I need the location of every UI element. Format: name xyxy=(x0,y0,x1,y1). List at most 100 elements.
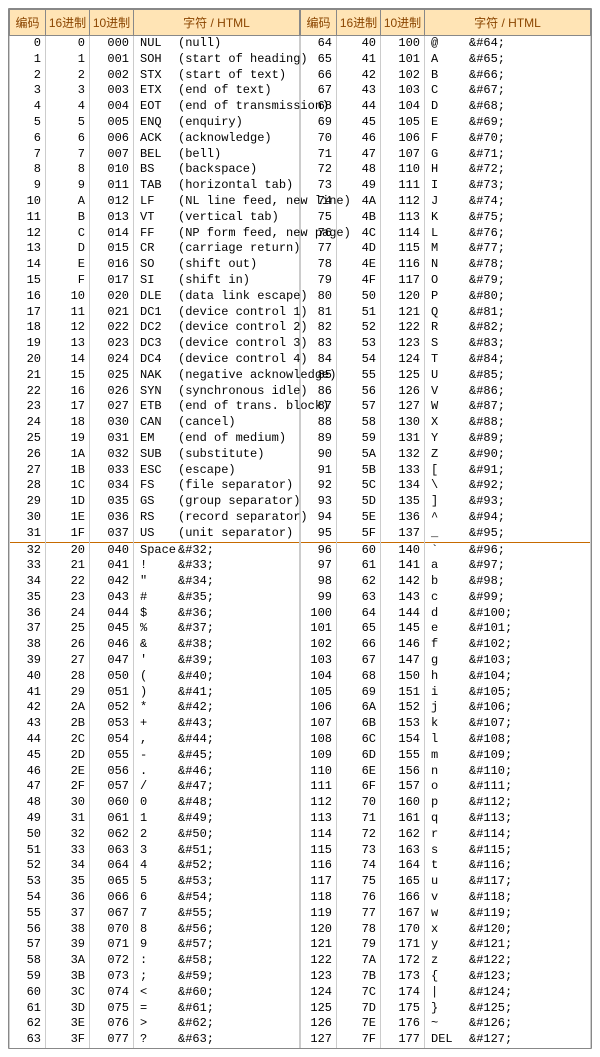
cell-hex: 40 xyxy=(337,36,381,52)
cell-char: q&#113; xyxy=(425,811,591,827)
char-desc: &#80; xyxy=(469,289,505,303)
ascii-table-right: 编码 16进制 10进制 字符 / HTML 6440100@&#64;6541… xyxy=(300,9,591,1048)
cell-dec: 111 xyxy=(301,779,337,795)
cell-hex: 11 xyxy=(46,305,90,321)
table-row: 10367147g&#103; xyxy=(301,653,591,669)
char-glyph: 0 xyxy=(140,796,178,810)
table-row: 11B013VT(vertical tab) xyxy=(10,210,300,226)
cell-hex: 33 xyxy=(46,843,90,859)
table-row: 3826046&&#38; xyxy=(10,637,300,653)
cell-hex: 68 xyxy=(337,669,381,685)
table-row: 583A072:&#58; xyxy=(10,953,300,969)
cell-dec: 63 xyxy=(10,1032,46,1048)
cell-char: O&#79; xyxy=(425,273,591,289)
char-glyph: NAK xyxy=(140,369,178,383)
char-glyph: GS xyxy=(140,495,178,509)
ascii-table-left: 编码 16进制 10进制 字符 / HTML 00000NUL(null)110… xyxy=(9,9,300,1048)
char-desc: (bell) xyxy=(178,147,221,161)
char-glyph: Z xyxy=(431,448,469,462)
cell-oct: 131 xyxy=(381,431,425,447)
cell-oct: 050 xyxy=(90,669,134,685)
cell-hex: 3B xyxy=(46,969,90,985)
cell-char: DEL&#127; xyxy=(425,1032,591,1048)
cell-hex: 3F xyxy=(46,1032,90,1048)
table-row: 6440100@&#64; xyxy=(301,36,591,52)
char-desc: &#113; xyxy=(469,811,512,825)
table-row: 3624044$&#36; xyxy=(10,606,300,622)
cell-dec: 31 xyxy=(10,526,46,542)
cell-char: BEL(bell) xyxy=(134,147,300,163)
cell-oct: 154 xyxy=(381,732,425,748)
char-desc: (vertical tab) xyxy=(178,210,279,224)
char-desc: (start of text) xyxy=(178,68,286,82)
col-header-hex: 16进制 xyxy=(46,10,90,36)
char-glyph: l xyxy=(431,733,469,747)
cell-char: c&#99; xyxy=(425,590,591,606)
cell-hex: F xyxy=(46,273,90,289)
cell-hex: 7D xyxy=(337,1001,381,1017)
table-row: 8757127W&#87; xyxy=(301,399,591,415)
char-glyph: w xyxy=(431,907,469,921)
table-row: 99011TAB(horizontal tab) xyxy=(10,178,300,194)
cell-char: SUB(substitute) xyxy=(134,447,300,463)
char-desc: &#91; xyxy=(469,463,505,477)
table-row: 633F077?&#63; xyxy=(10,1032,300,1048)
cell-hex: 41 xyxy=(337,52,381,68)
char-glyph: 5 xyxy=(140,875,178,889)
table-row: 7147107G&#71; xyxy=(301,147,591,163)
cell-char: r&#114; xyxy=(425,827,591,843)
cell-dec: 110 xyxy=(301,764,337,780)
cell-dec: 65 xyxy=(301,52,337,68)
cell-oct: 136 xyxy=(381,510,425,526)
table-row: 462E056.&#46; xyxy=(10,764,300,780)
char-desc: &#38; xyxy=(178,637,214,651)
cell-char: M&#77; xyxy=(425,241,591,257)
cell-oct: 165 xyxy=(381,874,425,890)
table-row: 1711021DC1(device control 1) xyxy=(10,305,300,321)
cell-hex: 1D xyxy=(46,494,90,510)
cell-oct: 135 xyxy=(381,494,425,510)
table-row: 935D135]&#93; xyxy=(301,494,591,510)
cell-char: `&#96; xyxy=(425,542,591,558)
table-row: 10064144d&#100; xyxy=(301,606,591,622)
cell-dec: 77 xyxy=(301,241,337,257)
cell-dec: 109 xyxy=(301,748,337,764)
cell-hex: 4D xyxy=(337,241,381,257)
cell-oct: 065 xyxy=(90,874,134,890)
cell-hex: 2E xyxy=(46,764,90,780)
table-row: 66006ACK(acknowledge) xyxy=(10,131,300,147)
char-desc: &#36; xyxy=(178,606,214,620)
char-glyph: N xyxy=(431,258,469,272)
cell-hex: 5E xyxy=(337,510,381,526)
cell-char: TAB(horizontal tab) xyxy=(134,178,300,194)
cell-char: J&#74; xyxy=(425,194,591,210)
table-row: 2418030CAN(cancel) xyxy=(10,415,300,431)
cell-char: 2&#50; xyxy=(134,827,300,843)
char-desc: &#64; xyxy=(469,36,505,50)
cell-hex: 5 xyxy=(46,115,90,131)
cell-dec: 25 xyxy=(10,431,46,447)
char-desc: &#77; xyxy=(469,241,505,255)
char-desc: &#122; xyxy=(469,953,512,967)
char-desc: &#87; xyxy=(469,399,505,413)
cell-hex: 24 xyxy=(46,606,90,622)
char-desc: &#90; xyxy=(469,447,505,461)
cell-dec: 16 xyxy=(10,289,46,305)
table-row: 955F137_&#95; xyxy=(301,526,591,542)
cell-char: N&#78; xyxy=(425,257,591,273)
cell-dec: 42 xyxy=(10,700,46,716)
cell-oct: 062 xyxy=(90,827,134,843)
cell-hex: 21 xyxy=(46,558,90,574)
cell-char: l&#108; xyxy=(425,732,591,748)
char-glyph: * xyxy=(140,701,178,715)
char-glyph: j xyxy=(431,701,469,715)
char-glyph: = xyxy=(140,1002,178,1016)
char-desc: (end of medium) xyxy=(178,431,286,445)
cell-hex: 78 xyxy=(337,922,381,938)
cell-dec: 123 xyxy=(301,969,337,985)
cell-dec: 11 xyxy=(10,210,46,226)
cell-oct: 020 xyxy=(90,289,134,305)
char-desc: &#106; xyxy=(469,700,512,714)
cell-dec: 30 xyxy=(10,510,46,526)
cell-hex: 3 xyxy=(46,83,90,99)
